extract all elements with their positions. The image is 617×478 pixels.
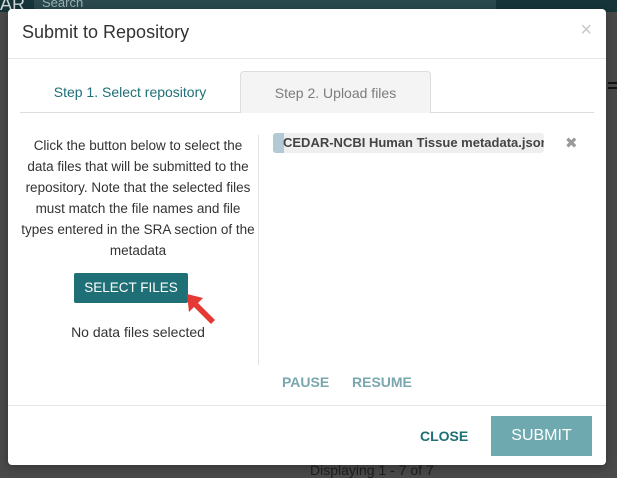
file-item: CEDAR-NCBI Human Tissue metadata.json [273,133,544,153]
close-icon[interactable]: × [580,20,592,40]
red-arrow-icon [187,294,215,324]
remove-file-icon[interactable]: ✖ [565,134,578,152]
submit-button[interactable]: SUBMIT [491,416,592,456]
dialog-footer: CLOSE SUBMIT [8,405,606,465]
dialog-title: Submit to Repository [22,22,190,42]
tab-select-repository[interactable]: Step 1. Select repository [20,71,240,113]
no-files-status: No data files selected [71,324,205,340]
close-button[interactable]: CLOSE [420,428,468,444]
dialog-header: Submit to Repository × [8,9,606,59]
background-menu-icon [608,82,617,94]
resume-button[interactable]: RESUME [352,374,412,390]
upload-instructions-text: Click the button below to select the dat… [21,138,255,258]
step-tabs: Step 1. Select repository Step 2. Upload… [20,71,594,113]
file-name: CEDAR-NCBI Human Tissue metadata.json [283,135,544,150]
pause-button[interactable]: PAUSE [282,374,329,390]
select-files-button[interactable]: SELECT FILES [74,273,188,303]
submit-dialog: Submit to Repository × Step 1. Select re… [8,9,606,465]
panel-divider [258,135,259,365]
tab-upload-files[interactable]: Step 2. Upload files [240,71,431,113]
